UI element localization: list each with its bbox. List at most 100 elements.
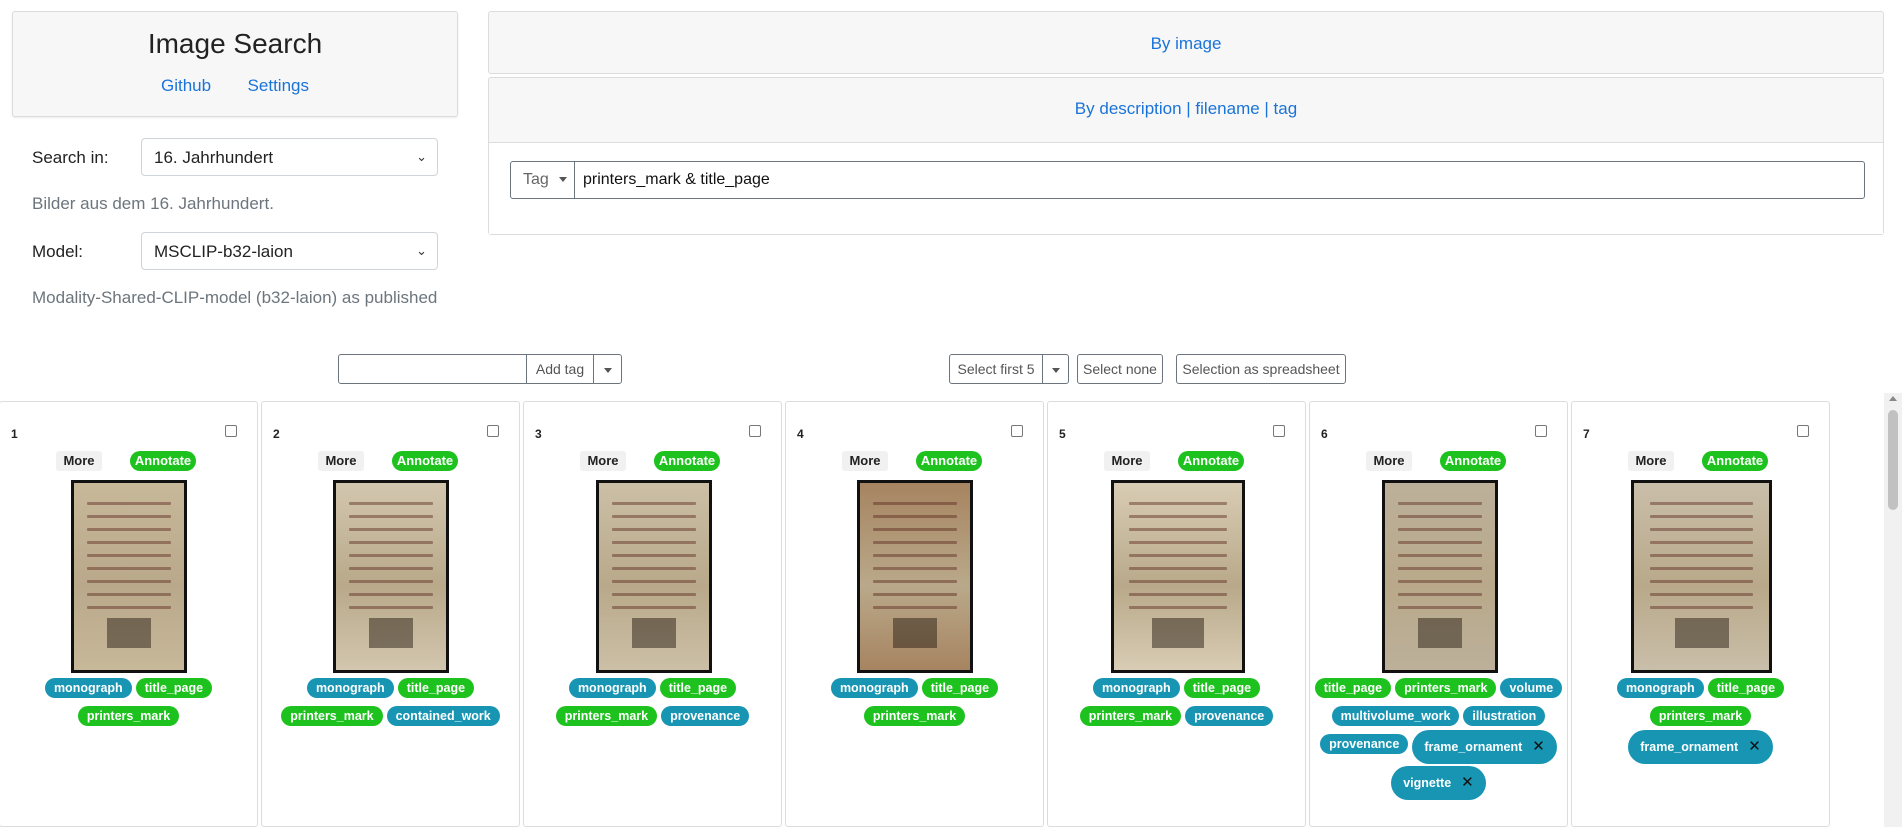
select-none-button[interactable]: Select none [1077, 354, 1163, 384]
tag-label: monograph [839, 681, 909, 695]
by-image-section[interactable]: By image [488, 11, 1884, 74]
result-checkbox[interactable] [225, 425, 237, 437]
annotate-button[interactable]: Annotate [916, 451, 982, 471]
tag-badge[interactable]: vignette ✕ [1391, 766, 1486, 800]
result-thumbnail[interactable] [1111, 480, 1245, 673]
tag-label: title_page [930, 681, 990, 695]
more-button[interactable]: More [1366, 451, 1412, 471]
tag-label: title_page [668, 681, 728, 695]
tag-badge[interactable]: title_page [1183, 678, 1261, 698]
tag-badge[interactable]: monograph [44, 678, 132, 698]
result-checkbox[interactable] [487, 425, 499, 437]
result-card: 5 More Annotate monograph title_page printers… [1047, 401, 1306, 827]
tag-badge[interactable]: illustration [1463, 706, 1546, 726]
tag-label: monograph [1101, 681, 1171, 695]
result-checkbox[interactable] [1273, 425, 1285, 437]
tag-label: provenance [670, 709, 741, 723]
tag-input[interactable] [338, 354, 527, 384]
tag-badge[interactable]: multivolume_work [1331, 706, 1460, 726]
tag-badge[interactable]: printers_mark [77, 706, 180, 726]
tag-badge[interactable]: provenance [1185, 706, 1274, 726]
result-thumbnail[interactable] [71, 480, 187, 673]
result-checkbox[interactable] [749, 425, 761, 437]
result-checkbox[interactable] [1011, 425, 1023, 437]
annotate-button[interactable]: Annotate [392, 451, 458, 471]
add-tag-button[interactable]: Add tag [526, 354, 594, 384]
tag-badge[interactable]: monograph [830, 678, 918, 698]
add-tag-dropdown-button[interactable] [593, 354, 622, 384]
tag-badge[interactable]: monograph [1092, 678, 1180, 698]
tag-badge[interactable]: title_page [659, 678, 737, 698]
tag-badge[interactable]: printers_mark [863, 706, 966, 726]
result-checkbox[interactable] [1535, 425, 1547, 437]
app-title: Image Search [147, 28, 323, 59]
annotate-button[interactable]: Annotate [1440, 451, 1506, 471]
search-mode-dropdown[interactable]: Tag [511, 162, 575, 198]
more-button[interactable]: More [318, 451, 364, 471]
more-button[interactable]: More [56, 451, 102, 471]
tag-badge[interactable]: provenance [661, 706, 750, 726]
tag-badge[interactable]: printers_mark [1649, 706, 1752, 726]
tag-badge[interactable]: title_page [397, 678, 475, 698]
tag-badge[interactable]: printers_mark [1395, 678, 1497, 698]
annotate-button[interactable]: Annotate [654, 451, 720, 471]
tag-badge[interactable]: provenance [1320, 734, 1409, 754]
result-thumbnail[interactable] [1382, 480, 1498, 673]
settings-link[interactable]: Settings [248, 76, 309, 95]
tag-badge[interactable]: printers_mark [555, 706, 658, 726]
result-checkbox[interactable] [1797, 425, 1809, 437]
close-icon[interactable]: ✕ [1748, 738, 1761, 755]
tag-list: monograph title_page printers_mark [4, 678, 253, 734]
search-in-description: Bilder aus dem 16. Jahrhundert. [32, 194, 274, 213]
more-button[interactable]: More [1628, 451, 1674, 471]
search-in-value: 16. Jahrhundert [154, 148, 274, 167]
annotate-button[interactable]: Annotate [130, 451, 196, 471]
tag-badge[interactable]: title_page [1707, 678, 1785, 698]
result-thumbnail[interactable] [1631, 480, 1772, 673]
by-description-link[interactable]: By description | filename | tag [489, 99, 1883, 119]
spreadsheet-button[interactable]: Selection as spreadsheet [1176, 354, 1346, 384]
tag-label: provenance [1329, 737, 1400, 751]
annotate-button[interactable]: Annotate [1178, 451, 1244, 471]
tag-label: frame_ornament [1424, 740, 1523, 754]
result-thumbnail[interactable] [596, 480, 712, 673]
close-icon[interactable]: ✕ [1461, 774, 1474, 791]
tag-badge[interactable]: monograph [306, 678, 394, 698]
scrollbar-thumb[interactable] [1888, 410, 1898, 510]
tag-badge[interactable]: title_page [1314, 678, 1392, 698]
tag-badge[interactable]: contained_work [386, 706, 500, 726]
tag-badge[interactable]: title_page [135, 678, 213, 698]
tag-label: printers_mark [1658, 709, 1743, 723]
tag-badge[interactable]: title_page [921, 678, 999, 698]
tag-badge[interactable]: monograph [568, 678, 656, 698]
model-label: Model: [32, 242, 84, 261]
search-in-select[interactable]: 16. Jahrhundert ⌄ [141, 138, 438, 176]
select-first-button[interactable]: Select first 5 [949, 354, 1043, 384]
more-button[interactable]: More [842, 451, 888, 471]
github-link[interactable]: Github [161, 76, 211, 95]
tag-badge[interactable]: printers_mark [1079, 706, 1182, 726]
tag-badge[interactable]: frame_ornament ✕ [1412, 730, 1557, 764]
tag-badge[interactable]: volume [1500, 678, 1563, 698]
result-thumbnail[interactable] [857, 480, 973, 673]
tag-label: printers_mark [86, 709, 171, 723]
annotate-button[interactable]: Annotate [1702, 451, 1768, 471]
result-card: 4 More Annotate monograph title_page printers… [785, 401, 1044, 827]
model-select[interactable]: MSCLIP-b32-laion ⌄ [141, 232, 438, 270]
more-button[interactable]: More [1104, 451, 1150, 471]
model-value: MSCLIP-b32-laion [154, 242, 293, 261]
search-input[interactable]: printers_mark & title_page [583, 162, 770, 198]
tag-badge[interactable]: monograph [1616, 678, 1704, 698]
select-first-dropdown-button[interactable] [1042, 354, 1069, 384]
scrollbar[interactable] [1884, 393, 1902, 827]
tag-label: volume [1509, 681, 1554, 695]
by-image-link[interactable]: By image [489, 34, 1883, 54]
tag-list: monograph title_page printers_mark frame_or… [1576, 678, 1825, 770]
scroll-up-icon[interactable] [1889, 396, 1897, 401]
more-button[interactable]: More [580, 451, 626, 471]
close-icon[interactable]: ✕ [1532, 738, 1545, 755]
tag-badge[interactable]: printers_mark [281, 706, 383, 726]
tag-badge[interactable]: frame_ornament ✕ [1628, 730, 1773, 764]
result-thumbnail[interactable] [333, 480, 449, 673]
caret-down-icon [603, 367, 612, 373]
